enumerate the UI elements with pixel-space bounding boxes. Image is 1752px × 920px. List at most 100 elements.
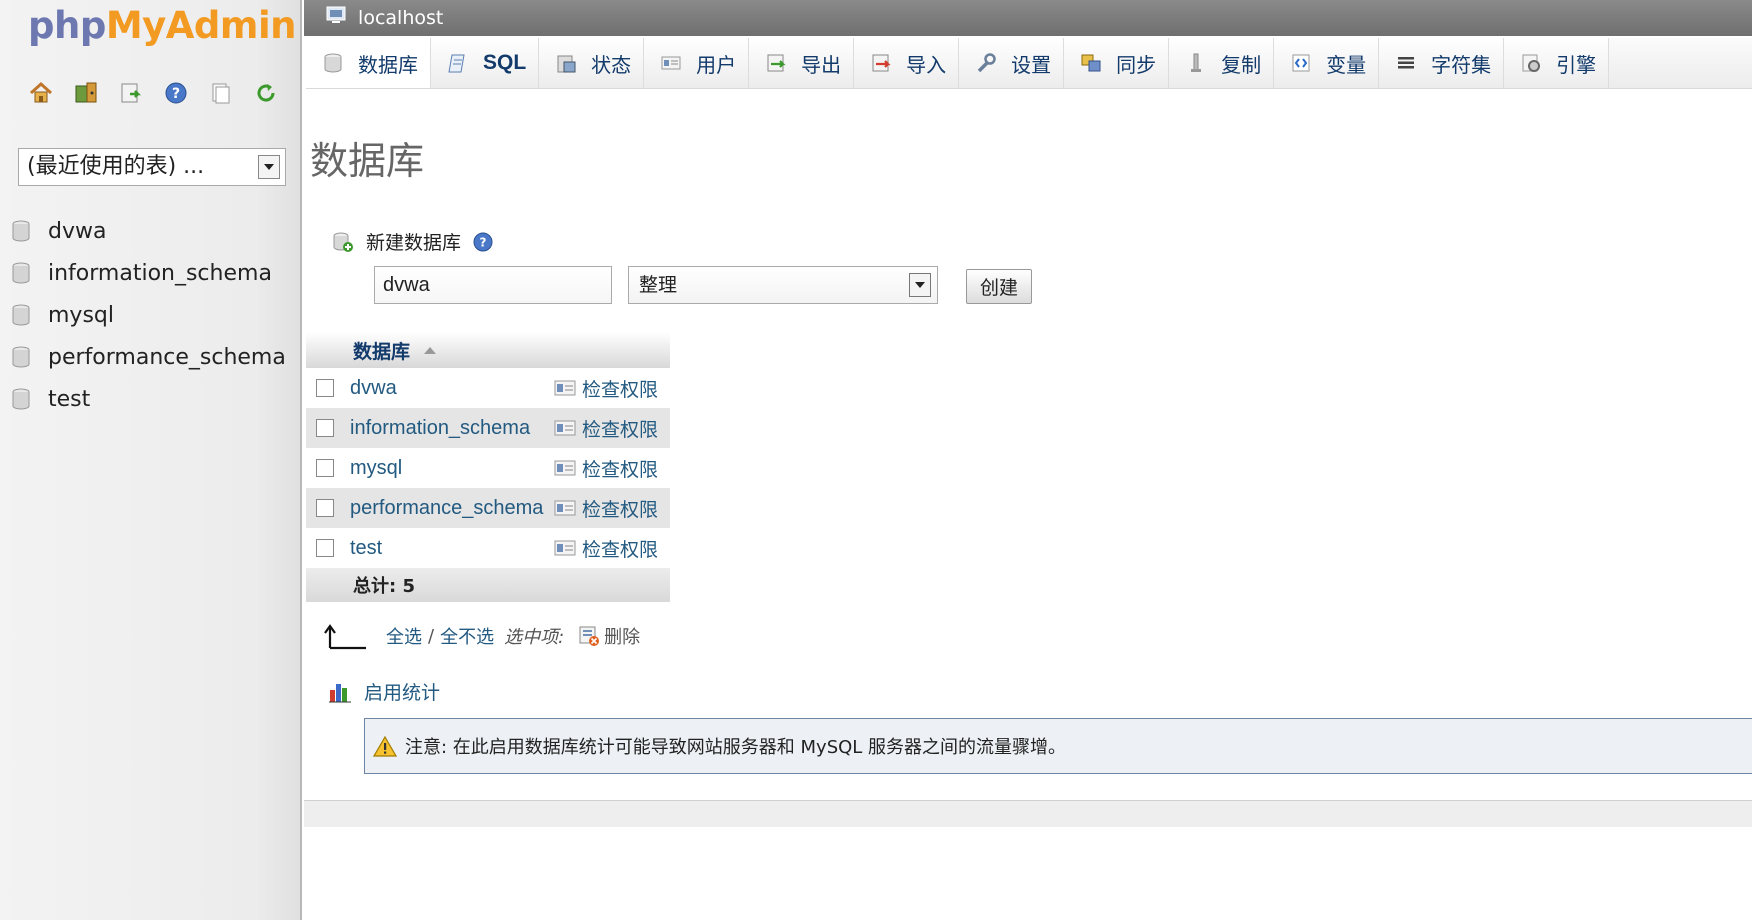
sql-icon [448, 54, 465, 73]
privileges-icon [554, 420, 576, 436]
help-icon[interactable]: ? [473, 232, 493, 252]
enable-statistics-link[interactable]: 启用统计 [328, 678, 440, 705]
tab-sync[interactable]: 同步 [1064, 38, 1170, 88]
nav-db-label: information_schema [48, 260, 272, 286]
privileges-icon [554, 540, 576, 556]
tab-databases[interactable]: 数据库 [306, 38, 431, 88]
delete-button[interactable]: 删除 [604, 623, 640, 649]
collation-select[interactable]: 整理 [628, 266, 938, 304]
warning-icon [373, 735, 397, 757]
notice-box: 注意: 在此启用数据库统计可能导致网站服务器和 MySQL 服务器之间的流量骤增… [364, 718, 1752, 774]
tab-status[interactable]: 状态 [539, 38, 645, 88]
exit-icon[interactable] [73, 80, 99, 106]
database-tree: dvwa information_schema mysql performanc… [12, 210, 286, 420]
chevron-down-icon[interactable] [258, 155, 280, 179]
nav-db-item[interactable]: mysql [12, 294, 286, 336]
recent-tables-select[interactable]: (最近使用的表) ... [18, 148, 286, 186]
tab-export[interactable]: 导出 [749, 38, 855, 88]
add-database-icon [333, 232, 353, 252]
tab-variables[interactable]: 变量 [1274, 38, 1380, 88]
row-checkbox[interactable] [316, 459, 334, 477]
row-checkbox[interactable] [316, 379, 334, 397]
table-row: mysql 检查权限 [306, 448, 670, 488]
nav-icon-bar: ? [28, 80, 298, 106]
bulk-actions: 全选 / 全不选 选中项: 删除 [322, 622, 640, 650]
arrow-up-icon [324, 624, 366, 650]
uncheck-all-link[interactable]: 全不选 [440, 623, 494, 649]
database-link[interactable]: information_schema [350, 417, 550, 440]
footer-bar [304, 800, 1752, 827]
table-row: dvwa 检查权限 [306, 368, 670, 408]
nav-db-item[interactable]: performance_schema [12, 336, 286, 378]
tab-replication[interactable]: 复制 [1169, 38, 1275, 88]
server-breadcrumb: localhost [304, 0, 1752, 36]
nav-db-item[interactable]: dvwa [12, 210, 286, 252]
check-all-link[interactable]: 全选 [386, 623, 422, 649]
database-link[interactable]: mysql [350, 457, 550, 480]
check-privileges-link[interactable]: 检查权限 [554, 455, 658, 482]
database-icon [12, 346, 30, 368]
charset-icon [1398, 57, 1415, 69]
with-selected-label: 选中项: [504, 627, 565, 648]
row-checkbox[interactable] [316, 499, 334, 517]
database-name-input[interactable] [374, 266, 612, 304]
create-button[interactable]: 创建 [966, 269, 1032, 304]
column-header-database: 数据库 [353, 340, 411, 363]
server-link[interactable]: localhost [358, 7, 443, 29]
row-checkbox[interactable] [316, 419, 334, 437]
enable-statistics-label: 启用统计 [364, 682, 441, 704]
nav-db-item[interactable]: information_schema [12, 252, 286, 294]
reload-icon[interactable] [253, 80, 279, 106]
nav-db-label: test [48, 386, 91, 412]
tab-import[interactable]: 导入 [854, 38, 960, 88]
nav-db-item[interactable]: test [12, 378, 286, 420]
sort-ascending-icon [424, 346, 437, 354]
database-link[interactable]: dvwa [350, 377, 550, 400]
query-window-icon[interactable] [118, 80, 144, 106]
drop-database-icon[interactable] [578, 625, 600, 647]
nav-db-label: mysql [48, 302, 114, 328]
svg-text:?: ? [172, 86, 180, 102]
nav-db-label: dvwa [48, 218, 107, 244]
check-privileges-link[interactable]: 检查权限 [554, 495, 658, 522]
table-row: performance_schema 检查权限 [306, 488, 670, 528]
tab-settings[interactable]: 设置 [959, 38, 1065, 88]
wrench-icon [977, 53, 996, 73]
bar-chart-icon [329, 683, 351, 702]
collation-value: 整理 [639, 274, 678, 296]
tab-users[interactable]: 用户 [644, 38, 750, 88]
replication-icon [1191, 53, 1202, 72]
create-database-label: 新建数据库 [366, 232, 462, 254]
page-title: 数据库 [310, 139, 425, 183]
privileges-icon [554, 460, 576, 476]
table-footer-total: 总计: 5 [306, 568, 670, 602]
export-icon [767, 54, 786, 72]
check-privileges-link[interactable]: 检查权限 [554, 535, 658, 562]
row-checkbox[interactable] [316, 539, 334, 557]
table-header[interactable]: 数据库 [306, 332, 670, 368]
database-icon [324, 53, 342, 73]
database-link[interactable]: performance_schema [350, 497, 550, 520]
tab-engines[interactable]: 引擎 [1504, 38, 1610, 88]
privileges-icon [554, 500, 576, 516]
check-privileges-link[interactable]: 检查权限 [554, 375, 658, 402]
phpmyadmin-logo[interactable]: phpMyAdmin [28, 4, 296, 47]
users-icon [661, 56, 681, 70]
home-icon[interactable] [28, 80, 54, 106]
main-tabs: 数据库 SQL 状态 用户 导出 导入 设置 同步 复制 变量 字符集 引擎 [306, 38, 1752, 89]
database-link[interactable]: test [350, 537, 550, 560]
tab-sql[interactable]: SQL [431, 38, 540, 88]
navigation-panel: phpMyAdmin ? (最近使用的表) ... dvwa informati… [0, 0, 302, 920]
database-icon [12, 388, 30, 410]
notice-text: 注意: 在此启用数据库统计可能导致网站服务器和 MySQL 服务器之间的流量骤增… [405, 737, 1067, 758]
tab-charset[interactable]: 字符集 [1379, 38, 1505, 88]
docs-icon[interactable] [208, 80, 234, 106]
status-icon [557, 55, 576, 73]
check-privileges-link[interactable]: 检查权限 [554, 415, 658, 442]
database-icon [12, 304, 30, 326]
engines-icon [1522, 54, 1541, 72]
recent-tables-value: (最近使用的表) ... [27, 154, 205, 179]
help-icon[interactable]: ? [163, 80, 189, 106]
databases-table: 数据库 dvwa 检查权限 information_schema 检查权限 my… [306, 332, 670, 602]
chevron-down-icon[interactable] [909, 273, 931, 297]
